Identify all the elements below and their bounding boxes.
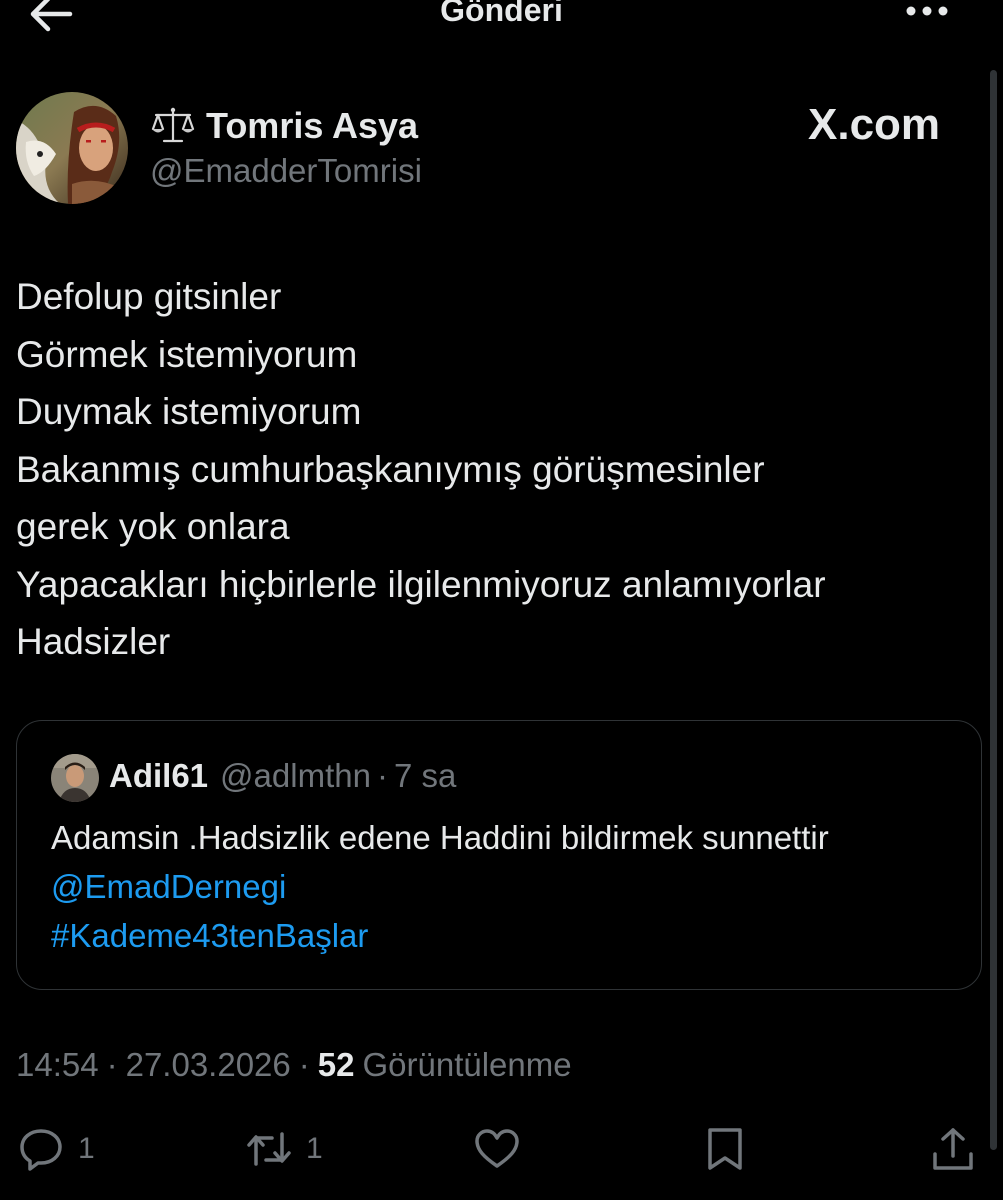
views-count[interactable]: 52 [318, 1046, 355, 1084]
heart-icon [475, 1129, 519, 1168]
post-text-line: Görmek istemiyorum [16, 333, 358, 375]
meta-separator: · [298, 1046, 310, 1083]
reply-count: 1 [78, 1132, 95, 1165]
quoted-display-name[interactable]: Adil61 [109, 757, 208, 795]
more-icon [906, 6, 948, 16]
page-title: Gönderi [440, 0, 563, 28]
post-time[interactable]: 14:54 [16, 1046, 99, 1084]
quoted-post-card[interactable]: Adil61 @adlmthn · 7 sa Adamsin .Hadsizli… [16, 720, 982, 990]
quoted-handle[interactable]: @adlmthn [220, 757, 371, 795]
bookmark-icon [708, 1128, 742, 1170]
post-text-line: Hadsizler [16, 621, 171, 662]
quoted-avatar-image [51, 754, 99, 802]
reply-button[interactable]: 1 [18, 1124, 95, 1174]
post-date[interactable]: 27.03.2026 [126, 1046, 291, 1084]
scales-icon [151, 107, 195, 143]
author-handle[interactable]: @EmadderTomrisi [150, 152, 422, 190]
post-meta-row: 14:54 · 27.03.2026 · 52 Görüntülenme [16, 1046, 572, 1084]
post-text-line: Bakanmış cumhurbaşkanıymış görüşmesinler [16, 448, 765, 490]
author-avatar[interactable] [16, 92, 128, 204]
author-name-row: Tomris Asya [150, 104, 418, 148]
quoted-author-avatar[interactable] [51, 754, 99, 802]
scrollbar[interactable] [990, 70, 997, 1150]
x-watermark: X.com [808, 100, 940, 150]
bookmark-button[interactable] [702, 1124, 748, 1174]
top-bar: Gönderi [0, 0, 1003, 40]
reply-icon [20, 1129, 62, 1171]
post-detail-page: Gönderi Tomris Asya @EmadderTomrisi X.co… [0, 0, 1003, 1200]
repost-count: 1 [306, 1132, 323, 1165]
meta-separator: · [376, 757, 388, 794]
quoted-post-time[interactable]: 7 sa [394, 757, 456, 795]
post-text-line: Defolup gitsinler [16, 276, 282, 317]
post-text-line: gerek yok onlara [16, 506, 290, 547]
post-text: Defolup gitsinler Görmek istemiyorum Duy… [16, 268, 976, 671]
quoted-post-text: Adamsin .Hadsizlik edene Haddini bildirm… [51, 813, 971, 960]
quoted-text-line: Adamsin .Hadsizlik edene Haddini bildirm… [51, 819, 829, 856]
avatar-image [16, 92, 128, 204]
more-options-button[interactable] [902, 0, 952, 28]
post-text-line: Duymak istemiyorum [16, 391, 362, 432]
like-button[interactable] [474, 1124, 520, 1174]
quoted-post-meta: Adil61 @adlmthn · 7 sa [109, 757, 456, 795]
share-icon [933, 1128, 973, 1170]
hashtag-link[interactable]: #Kademe43tenBaşlar [51, 911, 971, 960]
repost-button[interactable]: 1 [246, 1124, 323, 1174]
post-text-line: Yapacakları hiçbirlerle ilgilenmiyoruz a… [16, 563, 826, 605]
share-button[interactable] [930, 1124, 976, 1174]
mention-link[interactable]: @EmadDernegi [51, 862, 971, 911]
author-display-name[interactable]: Tomris Asya [206, 105, 418, 147]
views-label[interactable]: Görüntülenme [362, 1046, 571, 1084]
meta-separator: · [106, 1046, 118, 1083]
x-watermark-text: X.com [808, 100, 941, 149]
repost-icon [247, 1132, 291, 1166]
